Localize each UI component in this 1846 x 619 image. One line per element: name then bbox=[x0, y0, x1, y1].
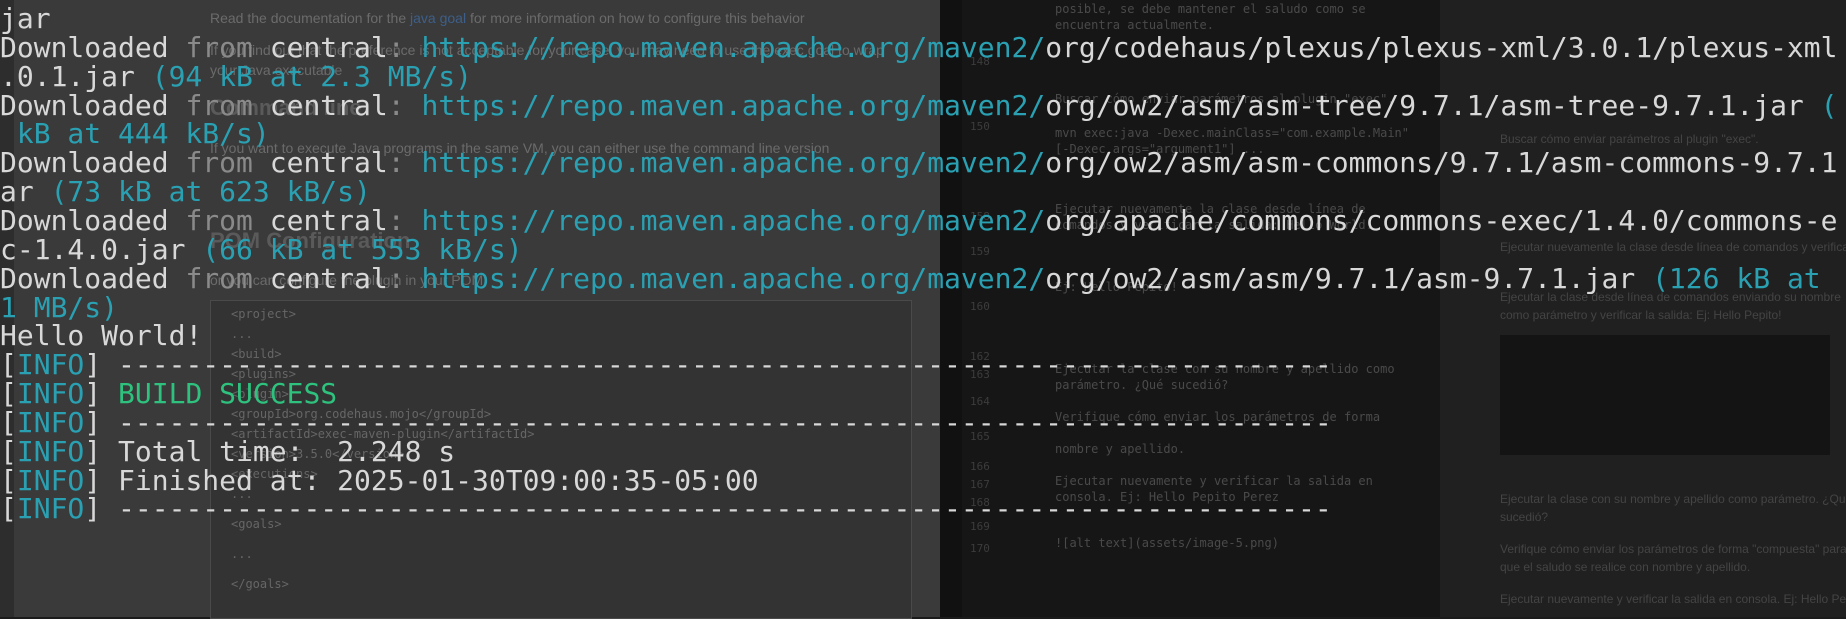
terminal-text-segment: org/ow2/asm/asm-tree/9.7.1/asm-tree-9.7.… bbox=[1045, 88, 1821, 122]
terminal-text-segment: [ bbox=[0, 492, 17, 526]
terminal-text-segment: https://repo.maven.apache.org/maven2/ bbox=[421, 146, 1046, 180]
terminal-text-segment: org/ow2/asm/asm-commons/9.7.1/asm-common… bbox=[1045, 146, 1838, 180]
terminal-text-segment: INFO bbox=[16, 492, 85, 526]
terminal-text-segment: central bbox=[269, 261, 388, 295]
terminal-text-segment: https://repo.maven.apache.org/maven2/ bbox=[421, 88, 1046, 122]
terminal-text-segment: : bbox=[387, 146, 422, 180]
terminal-text-segment: org/codehaus/plexus/plexus-xml/3.0.1/ple… bbox=[1045, 30, 1838, 64]
terminal-text-segment: https://repo.maven.apache.org/maven2/ bbox=[421, 30, 1046, 64]
terminal-text-segment: ( bbox=[1820, 88, 1838, 122]
terminal-text-segment: central bbox=[269, 88, 388, 122]
terminal-text-segment: https://repo.maven.apache.org/maven2/ bbox=[421, 261, 1046, 295]
terminal-line: Downloaded from central: https://repo.ma… bbox=[0, 89, 1838, 123]
terminal-line: [INFO] ---------------------------------… bbox=[0, 492, 1332, 526]
terminal-text-segment: from bbox=[185, 261, 270, 295]
terminal-text-segment: org/ow2/asm/asm/9.7.1/asm-9.7.1.jar bbox=[1045, 261, 1653, 295]
terminal-text-segment: : bbox=[387, 88, 422, 122]
terminal-line: Downloaded from central: https://repo.ma… bbox=[0, 262, 1821, 296]
terminal-text-segment: : bbox=[387, 261, 422, 295]
terminal-output[interactable]: jar Downloaded from central: https://repo… bbox=[0, 0, 1846, 617]
terminal-text-segment: ] --------------------------------------… bbox=[84, 492, 1332, 526]
terminal-text-segment: (126 kB at bbox=[1652, 261, 1821, 295]
terminal-text-segment: org/apache/commons/commons-exec/1.4.0/co… bbox=[1045, 203, 1838, 237]
